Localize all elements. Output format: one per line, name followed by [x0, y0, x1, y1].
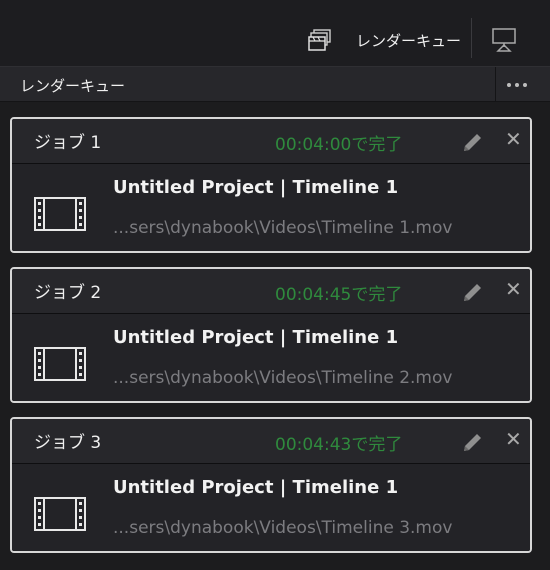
- job-title: Untitled Project | Timeline 1: [113, 177, 399, 198]
- job-status: 00:04:43で完了: [275, 435, 403, 455]
- render-queue-header: レンダーキュー: [0, 66, 550, 102]
- render-job-1[interactable]: ジョブ 1 00:04:00で完了 ✕ Untitled Project | T…: [10, 117, 532, 253]
- render-queue-icon[interactable]: [308, 28, 332, 52]
- job-name: ジョブ 1: [34, 133, 102, 153]
- job-body: Untitled Project | Timeline 1 ...sers\dy…: [12, 314, 530, 401]
- job-name: ジョブ 2: [34, 283, 102, 303]
- job-name: ジョブ 3: [34, 433, 102, 453]
- job-title: Untitled Project | Timeline 1: [113, 477, 399, 498]
- header-divider: [495, 67, 496, 102]
- render-queue-label[interactable]: レンダーキュー: [356, 30, 461, 51]
- job-title: Untitled Project | Timeline 1: [113, 327, 399, 348]
- edit-pencil-icon[interactable]: [462, 431, 484, 453]
- film-clip-icon: [34, 497, 86, 531]
- film-clip-icon: [34, 197, 86, 231]
- edit-pencil-icon[interactable]: [462, 281, 484, 303]
- close-icon[interactable]: ✕: [505, 427, 522, 451]
- job-output-path: ...sers\dynabook\Videos\Timeline 1.mov: [113, 218, 453, 238]
- toolbar-divider: [471, 18, 472, 58]
- job-header: ジョブ 1 00:04:00で完了 ✕: [12, 119, 530, 164]
- job-header: ジョブ 3 00:04:43で完了 ✕: [12, 419, 530, 464]
- film-clip-icon: [34, 347, 86, 381]
- panel-title: レンダーキュー: [20, 77, 126, 95]
- job-body: Untitled Project | Timeline 1 ...sers\dy…: [12, 464, 530, 551]
- more-options-icon[interactable]: [507, 83, 527, 87]
- job-status: 00:04:45で完了: [275, 285, 403, 305]
- close-icon[interactable]: ✕: [505, 127, 522, 151]
- render-job-2[interactable]: ジョブ 2 00:04:45で完了 ✕ Untitled Project | T…: [10, 267, 532, 403]
- job-body: Untitled Project | Timeline 1 ...sers\dy…: [12, 164, 530, 251]
- job-output-path: ...sers\dynabook\Videos\Timeline 3.mov: [113, 518, 453, 538]
- job-header: ジョブ 2 00:04:45で完了 ✕: [12, 269, 530, 314]
- render-job-3[interactable]: ジョブ 3 00:04:43で完了 ✕ Untitled Project | T…: [10, 417, 532, 553]
- monitor-icon[interactable]: [491, 26, 517, 52]
- job-output-path: ...sers\dynabook\Videos\Timeline 2.mov: [113, 368, 453, 388]
- close-icon[interactable]: ✕: [505, 277, 522, 301]
- job-status: 00:04:00で完了: [275, 135, 403, 155]
- top-toolbar: レンダーキュー: [0, 0, 550, 66]
- edit-pencil-icon[interactable]: [462, 131, 484, 153]
